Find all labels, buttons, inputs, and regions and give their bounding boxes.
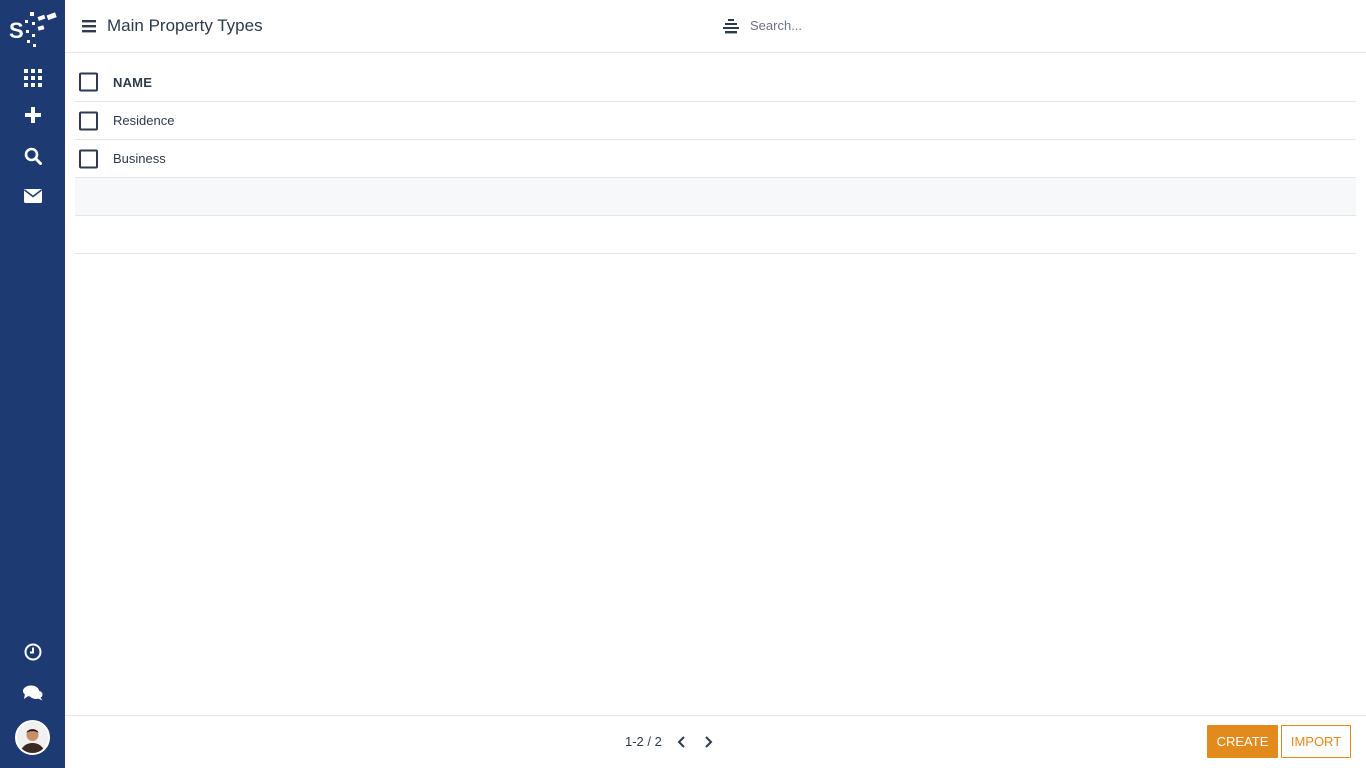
pager-range: 1-2 / 2	[625, 734, 662, 749]
history-button[interactable]	[0, 632, 65, 672]
next-page-button[interactable]	[702, 734, 716, 750]
record-list: NAME Residence Business	[75, 63, 1356, 254]
hamburger-icon	[82, 20, 96, 33]
menu-toggle-button[interactable]	[81, 18, 97, 34]
chat-icon	[22, 685, 42, 701]
empty-row	[75, 216, 1356, 254]
sidebar: S	[0, 0, 65, 768]
messages-button[interactable]	[0, 176, 65, 216]
table-row[interactable]: Business	[75, 140, 1356, 178]
select-all-checkbox[interactable]	[79, 72, 98, 92]
row-name-cell: Residence	[113, 113, 175, 128]
app-logo[interactable]: S	[8, 8, 58, 52]
chat-button[interactable]	[0, 673, 65, 713]
global-search-button[interactable]	[0, 136, 65, 176]
plus-icon	[24, 107, 41, 123]
row-name-cell: Business	[113, 151, 166, 166]
chevron-left-icon	[677, 736, 685, 748]
search-icon	[24, 147, 42, 165]
clock-icon	[24, 643, 41, 661]
search-filter-button[interactable]	[722, 17, 740, 35]
create-new-button[interactable]	[0, 95, 65, 135]
import-button[interactable]: IMPORT	[1281, 725, 1351, 758]
previous-page-button[interactable]	[674, 734, 688, 750]
page-title: Main Property Types	[107, 16, 263, 35]
user-avatar[interactable]	[15, 720, 50, 755]
row-checkbox[interactable]	[79, 111, 98, 130]
apps-grid-icon	[23, 69, 42, 87]
chevron-right-icon	[705, 736, 713, 748]
table-header-row: NAME	[75, 63, 1356, 102]
app-root: S Main Property Types Search... NAME Res…	[0, 0, 1366, 768]
top-bar: Main Property Types	[65, 0, 1366, 53]
footer-bar: 1-2 / 2 CREATE IMPORT	[65, 715, 1366, 768]
envelope-icon	[23, 189, 42, 203]
filter-icon	[723, 19, 739, 34]
avatar	[17, 722, 48, 753]
apps-grid-button[interactable]	[0, 58, 65, 98]
row-checkbox[interactable]	[79, 149, 98, 168]
search-input[interactable]	[750, 13, 1330, 37]
create-button[interactable]: CREATE	[1207, 725, 1278, 758]
empty-row	[75, 178, 1356, 216]
column-header-name[interactable]: NAME	[113, 75, 152, 90]
table-row[interactable]: Residence	[75, 102, 1356, 140]
svg-text:S: S	[9, 18, 24, 43]
